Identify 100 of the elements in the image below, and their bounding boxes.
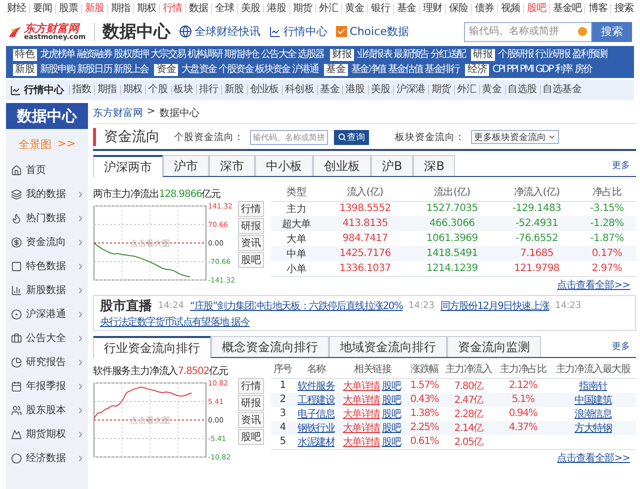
menu-link[interactable]: 股权质押 [114, 48, 148, 61]
sub-nav-link[interactable]: 期权 [120, 85, 144, 95]
menu-link[interactable]: 业绩报表 [356, 48, 392, 61]
menu-link[interactable]: 盈利预测 [572, 48, 607, 61]
chart-link-button[interactable]: 资讯 [238, 235, 264, 251]
menu-link[interactable]: 大盘资金 [181, 63, 216, 76]
menu-link[interactable]: 选股器 [298, 48, 324, 61]
nav-link[interactable]: 黄金 [340, 4, 367, 14]
sub-nav-link[interactable]: 排行 [196, 85, 220, 95]
chart-link-button[interactable]: 股吧 [238, 252, 264, 268]
more-link[interactable]: 更多 [612, 159, 636, 172]
menu-link[interactable]: 个股研报 [498, 48, 534, 61]
sub-nav-link[interactable]: 美股 [368, 85, 392, 95]
search-button[interactable]: 搜索 [592, 22, 632, 42]
search-field[interactable]: 输代码、名称或简拼 [464, 22, 592, 42]
nav-link[interactable]: 基金 [392, 4, 419, 14]
ranking-tab[interactable]: 行业资金流向排行 [93, 336, 211, 358]
sub-nav-link[interactable]: 外汇 [454, 85, 478, 95]
chart-link-button[interactable]: 行情 [238, 378, 264, 394]
sidebar-item[interactable]: 研究报告 [6, 350, 88, 374]
view-all-link[interactable]: 点击查看全部>> [557, 278, 630, 292]
industry-link[interactable]: 电子信息 [297, 408, 335, 420]
menu-link[interactable]: 新股申购 [40, 63, 75, 76]
sidebar-item[interactable]: 首页 [6, 158, 88, 182]
nav-link[interactable]: 新股 [80, 4, 107, 14]
sub-nav-link[interactable]: 自选基金 [540, 85, 584, 95]
sidebar-item[interactable]: 我的数据 [6, 182, 88, 206]
menu-link[interactable]: 期指持仓 [224, 48, 259, 61]
sidebar-item[interactable]: 年报季报 [6, 374, 88, 398]
breadcrumb-link[interactable]: 东方财富网 [93, 106, 143, 120]
sub-nav-link[interactable]: 港股 [342, 85, 367, 95]
stock-link[interactable]: 指南针 [579, 380, 608, 392]
related-link[interactable]: 股吧 [382, 408, 401, 420]
header-link[interactable]: 行情中心 [268, 24, 328, 39]
menu-link[interactable]: 基金净值 [350, 63, 386, 76]
breadcrumb-link[interactable]: 数据中心 [159, 106, 200, 120]
related-link[interactable]: 股吧 [382, 422, 401, 434]
market-tab[interactable]: 深市 [209, 155, 255, 176]
market-tab[interactable]: 沪市 [163, 155, 209, 176]
menu-link[interactable]: 新股日历 [76, 63, 112, 76]
menu-link[interactable]: 融资融券 [76, 48, 112, 61]
nav-link[interactable]: 理财 [418, 4, 445, 14]
nav-link[interactable]: 要闻 [28, 4, 55, 14]
menu-link[interactable]: 公告大全 [260, 48, 296, 61]
sub-nav-link[interactable]: 科创板 [282, 85, 316, 95]
nav-link[interactable]: 行情 [158, 4, 185, 14]
industry-link[interactable]: 软件服务 [297, 380, 335, 392]
menu-link[interactable]: PPI [506, 63, 518, 76]
market-tab[interactable]: 创业板 [313, 155, 371, 176]
news-link[interactable]: “庄股”剑力集团冲击地天板：六跌停后直线拉涨20% [190, 299, 403, 313]
nav-link[interactable]: 股票 [54, 4, 81, 14]
sidebar-item[interactable]: 股东股本 [6, 398, 88, 422]
menu-link[interactable]: 大宗交易 [150, 48, 186, 61]
market-tab[interactable]: 深B [413, 155, 456, 176]
menu-link[interactable]: 板块资金 [255, 63, 290, 76]
sub-nav-link[interactable]: 期货 [428, 85, 453, 95]
market-tab[interactable]: 中小板 [255, 155, 313, 176]
view-all-link[interactable]: 点击查看全部>> [557, 450, 630, 464]
sidebar-item[interactable]: 经济数据 [6, 446, 88, 470]
sidebar-item[interactable]: 期货期权 [6, 422, 88, 446]
chart-link-button[interactable]: 行情 [238, 201, 264, 217]
sub-nav-link[interactable]: 沪深港 [393, 85, 428, 95]
menu-link[interactable]: CPI [492, 63, 504, 76]
chart-link-button[interactable]: 研报 [238, 218, 264, 234]
sidebar-item[interactable]: 特色数据 [6, 254, 88, 278]
nav-link[interactable]: 基金吧 [548, 4, 584, 14]
ranking-tab[interactable]: 概念资金流向排行 [211, 336, 329, 357]
chart-link-button[interactable]: 股吧 [238, 429, 264, 445]
related-link[interactable]: 大单详情 [342, 422, 380, 434]
menu-link[interactable]: 基金估值 [388, 63, 423, 76]
related-link[interactable]: 股吧 [382, 436, 401, 448]
sidebar-item[interactable]: 公告大全 [6, 326, 88, 350]
menu-link[interactable]: 房价 [574, 63, 592, 76]
nav-link[interactable]: 财经 [4, 4, 29, 14]
news-link[interactable]: 央行法定数字货币试点有望落地 据今 [100, 315, 250, 329]
sub-nav-link[interactable]: 板块 [170, 85, 196, 95]
sidebar-item[interactable]: 沪深港通 [6, 302, 88, 326]
nav-link[interactable]: 期货 [288, 4, 315, 14]
sub-nav-link[interactable]: 基金 [317, 85, 342, 95]
related-link[interactable]: 股吧 [382, 380, 401, 392]
sub-nav-link[interactable]: 指数 [69, 85, 94, 95]
sub-nav-link[interactable]: 自选股 [504, 85, 539, 95]
menu-link[interactable]: 基金排行 [424, 63, 460, 76]
related-link[interactable]: 股吧 [382, 394, 401, 406]
sidebar-item[interactable]: 热门数据 [6, 206, 88, 230]
nav-link[interactable]: 期指 [106, 4, 133, 14]
chart-link-button[interactable]: 资讯 [238, 412, 264, 428]
ranking-tab[interactable]: 地域资金流向排行 [329, 336, 447, 357]
related-link[interactable]: 大单详情 [342, 380, 380, 392]
header-link[interactable]: Choice数据 [336, 24, 409, 39]
sub-nav-link[interactable]: 新股 [221, 85, 246, 95]
sub-nav-title[interactable]: 行情中心 [10, 83, 64, 97]
menu-link[interactable]: 行业研报 [535, 48, 570, 61]
nav-link[interactable]: 视频 [496, 4, 523, 14]
sub-nav-link[interactable]: 期指 [94, 85, 119, 95]
menu-link[interactable]: GDP [535, 63, 553, 76]
industry-link[interactable]: 水泥建材 [297, 436, 335, 448]
sub-nav-link[interactable]: 黄金 [479, 85, 504, 95]
menu-link[interactable]: 新股上会 [114, 63, 148, 76]
sidebar-item[interactable]: 资金流向 [6, 230, 88, 254]
